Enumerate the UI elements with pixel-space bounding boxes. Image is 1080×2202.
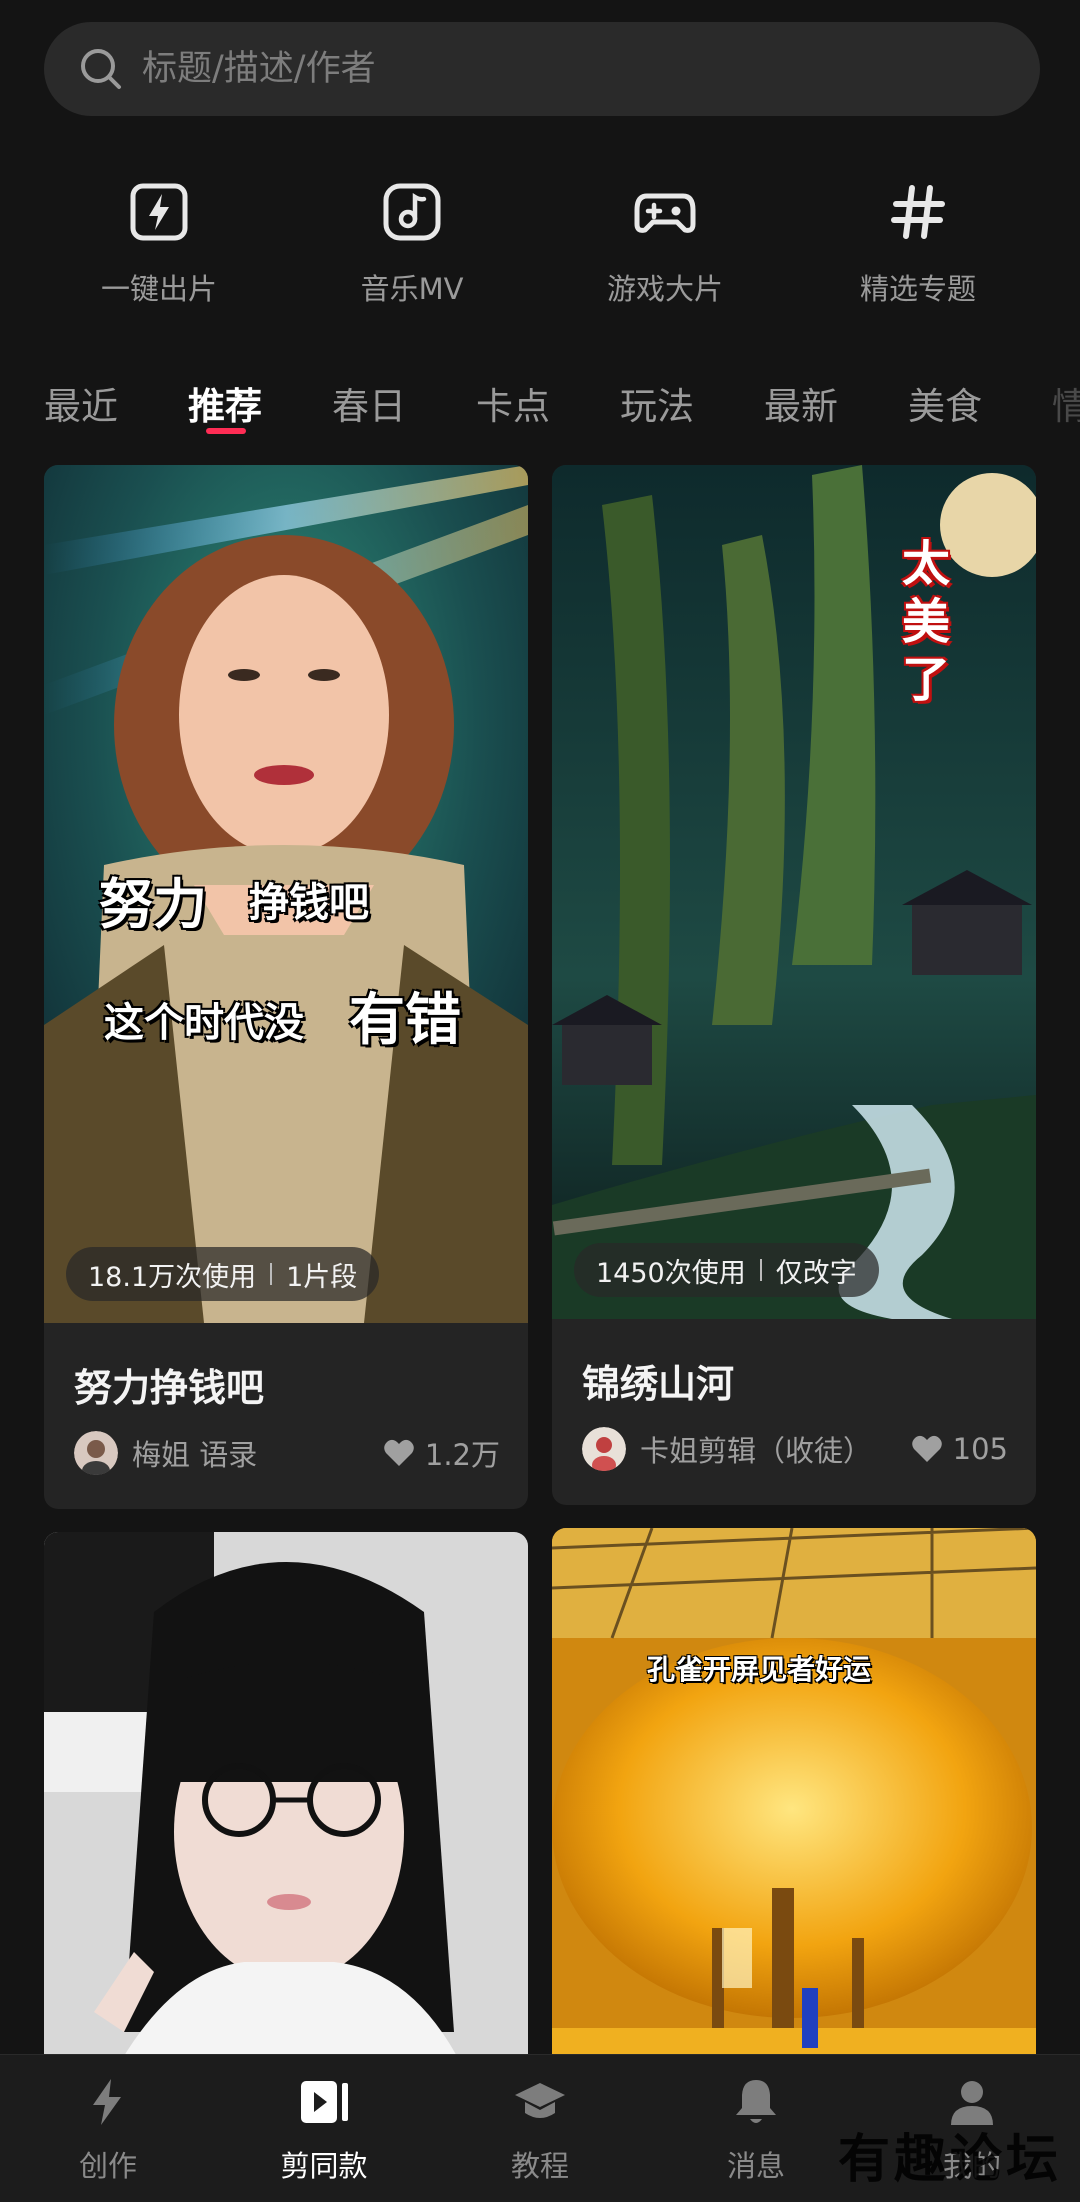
hashtag-icon [891,185,945,239]
pill-divider [270,1263,273,1285]
like-count[interactable]: 1.2万 [383,1432,500,1474]
usage-pill: 18.1万次使用 1片段 [66,1247,380,1301]
like-count-value: 1.2万 [424,1438,500,1472]
heart-icon [384,1439,414,1466]
card-thumbnail: 努力 挣钱吧 这个时代没 有错 18.1万次使用 1片段 [44,465,528,1323]
category-tabs: 最近 推荐 春日 卡点 玩法 最新 美食 情 [0,366,1080,436]
nav-templates[interactable]: 剪同款 [244,2075,404,2185]
nav-label: 消息 [726,2149,785,2183]
segment-count: 仅改字 [775,1257,857,1289]
overlay-text: 有错 [349,987,461,1053]
template-play-icon [301,2081,348,2123]
bottom-nav: 创作 剪同款 教程 消息 我的 有趣论坛 [0,2054,1080,2202]
overlay-text: 太美了 [902,536,951,708]
watermark: 有趣论坛 [837,2129,1062,2190]
author-name[interactable]: 梅姐 语录 [132,1432,383,1474]
template-card[interactable] [44,1532,528,2092]
active-tab-indicator [206,428,246,434]
quick-action-label: 音乐MV [360,272,464,306]
template-card[interactable]: 太美了 1450次使用 仅改字 锦绣山河 卡姐剪辑（收徒） 105 [552,465,1036,1505]
search-icon [81,49,121,89]
flash-icon [130,183,188,241]
nav-messages[interactable]: 消息 [676,2075,836,2185]
author-name[interactable]: 卡姐剪辑（收徒） [640,1428,911,1470]
quick-action-music-mv[interactable]: 音乐MV [312,180,512,308]
usage-count: 1450次使用 [596,1257,746,1289]
tab-recommended[interactable]: 推荐 [188,376,262,430]
nav-create[interactable]: 创作 [28,2075,188,2185]
tab-food[interactable]: 美食 [908,376,982,430]
quick-action-label: 精选专题 [859,272,976,306]
quick-action-one-click[interactable]: 一键出片 [59,180,259,308]
like-count-value: 105 [952,1432,1008,1466]
music-note-icon [383,183,441,241]
card-meta: 卡姐剪辑（收徒） 105 [582,1425,1008,1473]
tab-beat[interactable]: 卡点 [476,376,550,430]
card-title: 锦绣山河 [582,1362,735,1406]
segment-count: 1片段 [286,1261,358,1293]
landscape-image [552,465,1036,1319]
tab-gameplay[interactable]: 玩法 [620,376,694,430]
app-root: 一键出片 音乐MV 游戏大片 [0,0,1080,2202]
avatar[interactable] [74,1431,118,1475]
search-input[interactable] [142,49,1040,89]
golden-tree-image [552,1528,1036,2092]
quick-action-game[interactable]: 游戏大片 [565,180,765,308]
quick-action-label: 一键出片 [100,272,217,306]
template-card[interactable]: 努力 挣钱吧 这个时代没 有错 18.1万次使用 1片段 努力挣钱吧 梅姐 语录… [44,465,528,1509]
card-title: 努力挣钱吧 [74,1366,265,1410]
tab-recent[interactable]: 最近 [44,376,118,430]
like-count[interactable]: 105 [911,1432,1008,1466]
pill-divider [759,1259,762,1281]
overlay-text: 努力 [99,872,207,936]
nav-label: 教程 [510,2149,569,2183]
card-thumbnail: 太美了 1450次使用 仅改字 [552,465,1036,1319]
nav-label: 剪同款 [280,2149,368,2183]
portrait-image [44,1532,528,2092]
overlay-text: 孔雀开屏见者好运 [647,1653,872,1686]
bell-icon [736,2080,776,2123]
nav-label: 创作 [78,2149,137,2183]
graduation-cap-icon [515,2083,565,2118]
search-bar[interactable] [44,22,1040,116]
overlay-text: 挣钱吧 [249,879,369,926]
usage-pill: 1450次使用 仅改字 [574,1243,879,1297]
nav-tutorials[interactable]: 教程 [460,2075,620,2185]
card-meta: 梅姐 语录 1.2万 [74,1429,500,1477]
template-card[interactable]: 孔雀开屏见者好运 [552,1528,1036,2092]
usage-count: 18.1万次使用 [88,1261,257,1293]
quick-action-label: 游戏大片 [606,272,723,306]
tab-spring[interactable]: 春日 [332,376,406,430]
gamepad-icon [634,193,696,233]
card-thumbnail [44,1532,528,2092]
tab-newest[interactable]: 最新 [764,376,838,430]
tab-emotion[interactable]: 情 [1052,376,1080,430]
avatar[interactable] [582,1427,626,1471]
quick-action-topics[interactable]: 精选专题 [818,180,1018,308]
quick-actions: 一键出片 音乐MV 游戏大片 精选专题 [0,180,1080,310]
heart-icon [911,1435,942,1462]
lightning-icon [93,2079,121,2125]
overlay-text: 这个时代没 [104,999,304,1046]
card-thumbnail: 孔雀开屏见者好运 [552,1528,1036,2092]
